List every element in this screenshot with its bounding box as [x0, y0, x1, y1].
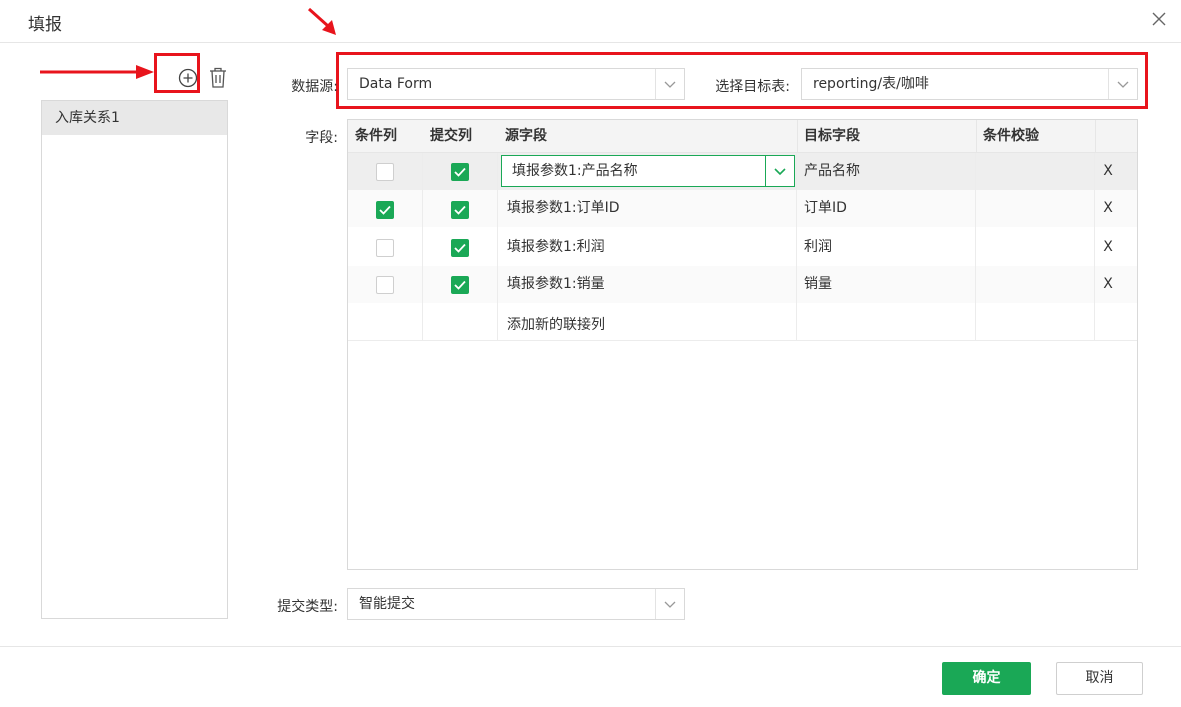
target-field-cell: 销量 — [804, 276, 832, 292]
header-cond: 条件列 — [355, 128, 397, 144]
source-field-select[interactable]: 填报参数1:产品名称 — [501, 155, 795, 187]
remove-row-button[interactable]: X — [1102, 153, 1114, 190]
datasource-select[interactable]: Data Form — [347, 68, 685, 100]
chevron-down-icon — [1117, 81, 1129, 88]
target-field-cell: 订单ID — [804, 200, 847, 216]
dialog-header: 填报 — [0, 0, 1181, 43]
header-divider — [797, 120, 798, 153]
table-row[interactable]: 填报参数1:订单ID 订单ID X — [348, 190, 1137, 227]
cond-checkbox[interactable] — [376, 276, 394, 294]
cond-checkbox[interactable] — [376, 163, 394, 181]
cond-checkbox[interactable] — [376, 201, 394, 219]
datasource-value: Data Form — [359, 76, 433, 92]
table-row[interactable]: 填报参数1:利润 利润 X — [348, 229, 1137, 266]
column-divider — [1094, 153, 1095, 341]
select-divider — [655, 69, 656, 99]
submit-type-value: 智能提交 — [359, 596, 415, 612]
header-target: 目标字段 — [804, 128, 860, 144]
select-divider — [655, 589, 656, 619]
submit-checkbox[interactable] — [451, 276, 469, 294]
chevron-down-icon — [664, 81, 676, 88]
chevron-down-icon — [774, 168, 786, 176]
remove-row-button[interactable]: X — [1102, 190, 1114, 227]
target-field-cell: 产品名称 — [804, 163, 860, 179]
header-divider — [976, 120, 977, 153]
dialog-footer: 确定 取消 — [0, 646, 1181, 707]
select-divider — [1108, 69, 1109, 99]
report-dialog: 填报 入库关系1 数据源: Data Form 选择目标表: reporting… — [0, 0, 1181, 707]
submit-checkbox[interactable] — [451, 201, 469, 219]
source-field-cell[interactable]: 填报参数1:订单ID — [498, 190, 620, 227]
datasource-label: 数据源: — [291, 79, 338, 95]
header-divider — [1095, 120, 1096, 153]
add-circle-icon[interactable] — [178, 68, 198, 88]
table-header: 条件列 提交列 源字段 目标字段 条件校验 — [348, 120, 1137, 153]
cond-checkbox[interactable] — [376, 239, 394, 257]
column-divider — [422, 153, 423, 341]
remove-row-button[interactable]: X — [1102, 229, 1114, 266]
source-field-cell[interactable]: 填报参数1:销量 — [498, 266, 605, 303]
annotation-arrow-top — [307, 7, 336, 35]
table-row[interactable]: 填报参数1:销量 销量 X — [348, 266, 1137, 303]
cancel-button[interactable]: 取消 — [1056, 662, 1143, 695]
dialog-title: 填报 — [28, 15, 62, 35]
column-divider — [497, 153, 498, 341]
annotation-arrow-left — [40, 65, 154, 79]
select-divider — [765, 156, 766, 186]
header-source: 源字段 — [505, 128, 547, 144]
submit-checkbox[interactable] — [451, 239, 469, 257]
confirm-button[interactable]: 确定 — [942, 662, 1031, 695]
target-table-label: 选择目标表: — [715, 79, 790, 95]
header-submit: 提交列 — [430, 128, 472, 144]
close-icon[interactable] — [1150, 10, 1168, 28]
trash-icon[interactable] — [209, 67, 227, 88]
source-field-cell[interactable]: 填报参数1:利润 — [498, 229, 605, 266]
column-divider — [975, 153, 976, 341]
add-relation-highlight — [154, 53, 200, 93]
source-field-value: 填报参数1:产品名称 — [512, 163, 638, 179]
submit-checkbox[interactable] — [451, 163, 469, 181]
remove-row-button[interactable]: X — [1102, 266, 1114, 303]
relation-list: 入库关系1 — [41, 100, 228, 619]
header-validate: 条件校验 — [983, 128, 1039, 144]
target-field-cell: 利润 — [804, 239, 832, 255]
field-mapping-table: 条件列 提交列 源字段 目标字段 条件校验 填报参数1:产品名称 产品名称 X … — [347, 119, 1138, 570]
relation-item[interactable]: 入库关系1 — [42, 101, 227, 135]
column-divider — [796, 153, 797, 341]
fields-label: 字段: — [305, 130, 338, 146]
submit-type-label: 提交类型: — [277, 599, 338, 615]
target-table-value: reporting/表/咖啡 — [813, 76, 929, 92]
chevron-down-icon — [664, 601, 676, 608]
table-row[interactable]: 填报参数1:产品名称 产品名称 X — [348, 153, 1137, 190]
target-table-select[interactable]: reporting/表/咖啡 — [801, 68, 1138, 100]
add-join-row: 添加新的联接列 — [348, 303, 1137, 341]
add-join-column-link[interactable]: 添加新的联接列 — [498, 303, 605, 341]
submit-type-select[interactable]: 智能提交 — [347, 588, 685, 620]
